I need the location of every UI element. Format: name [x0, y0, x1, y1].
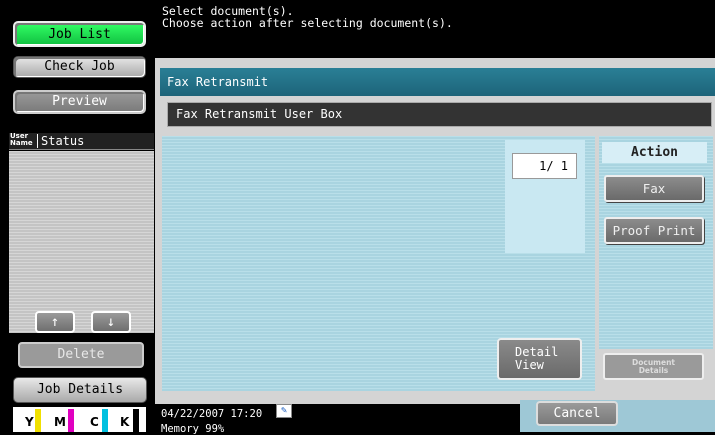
page-counter: 1/ 1 [512, 153, 577, 179]
preview-button[interactable]: Preview [13, 90, 146, 114]
toner-bar-k [133, 409, 139, 432]
down-arrow-icon: ↓ [106, 314, 116, 330]
proof-print-button[interactable]: Proof Print [604, 217, 704, 244]
memory-status: Memory 99% [161, 423, 225, 435]
job-list-header: User Name Status [9, 133, 154, 150]
job-details-button[interactable]: Job Details [13, 377, 147, 403]
check-job-button[interactable]: Check Job [13, 56, 146, 78]
detail-view-button[interactable]: Detail View [497, 338, 582, 380]
status-column-header: Status [37, 134, 84, 148]
toner-level-indicator: Y M C K [13, 407, 146, 432]
document-details-label-2: Details [638, 366, 669, 375]
toner-label-c: C [90, 415, 99, 429]
instruction-message: Select document(s). Choose action after … [160, 0, 715, 55]
toner-bar-c [102, 409, 108, 432]
action-label: Action [602, 142, 707, 163]
document-details-button[interactable]: Document Details [603, 353, 704, 380]
toner-bar-m [68, 409, 74, 432]
message-line-2: Choose action after selecting document(s… [162, 16, 453, 30]
toner-label-m: M [54, 415, 66, 429]
toner-label-k: K [120, 415, 130, 429]
scroll-down-button[interactable]: ↓ [91, 311, 131, 333]
cancel-button[interactable]: Cancel [536, 401, 618, 426]
user-name-column-header: User Name [10, 132, 33, 147]
job-list-button[interactable]: Job List [13, 21, 146, 47]
network-icon: ✎ [276, 404, 292, 418]
up-arrow-icon: ↑ [50, 314, 60, 330]
detail-view-label-2: View [515, 358, 544, 372]
date-time: 04/22/2007 17:20 [161, 408, 263, 420]
panel-title: Fax Retransmit [160, 68, 715, 96]
user-box-name: Fax Retransmit User Box [167, 102, 712, 127]
scroll-up-button[interactable]: ↑ [35, 311, 75, 333]
toner-bar-y [35, 409, 41, 432]
fax-button[interactable]: Fax [604, 175, 704, 202]
toner-label-y: Y [25, 415, 34, 429]
job-list[interactable] [9, 151, 154, 333]
delete-button[interactable]: Delete [18, 342, 144, 368]
